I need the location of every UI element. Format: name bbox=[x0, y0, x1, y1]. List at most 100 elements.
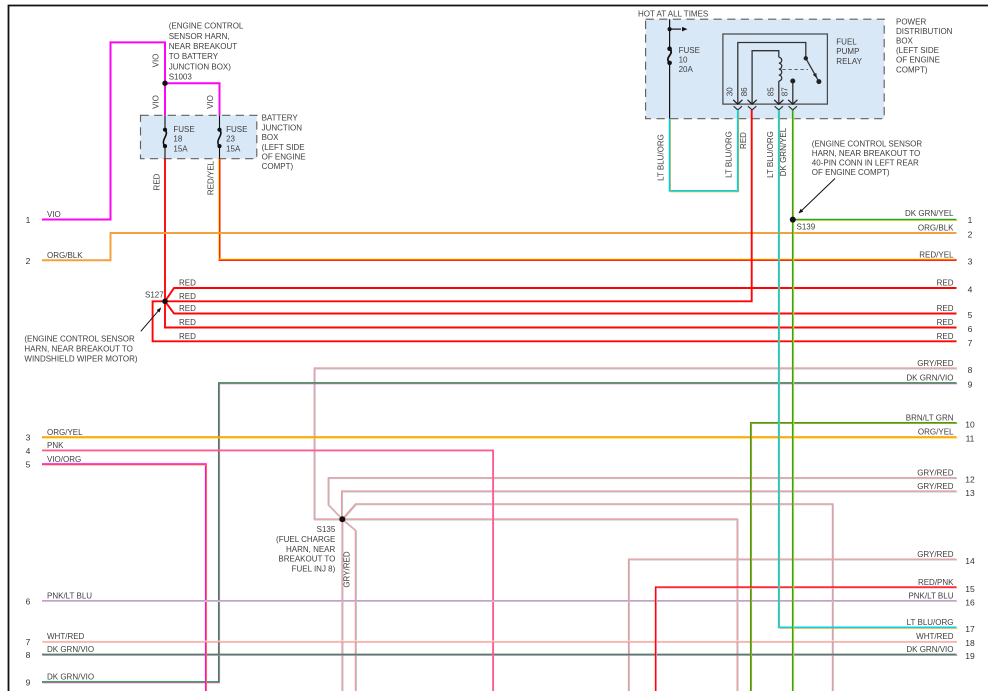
svg-text:86: 86 bbox=[740, 87, 749, 96]
svg-text:7: 7 bbox=[26, 637, 31, 647]
svg-text:18: 18 bbox=[965, 638, 975, 648]
svg-text:NEAR BREAKOUT: NEAR BREAKOUT bbox=[169, 42, 238, 51]
svg-text:2: 2 bbox=[968, 230, 973, 240]
svg-text:FUEL: FUEL bbox=[836, 38, 857, 47]
svg-text:RED/YEL: RED/YEL bbox=[919, 250, 954, 259]
svg-text:6: 6 bbox=[26, 596, 31, 606]
svg-text:8: 8 bbox=[968, 365, 973, 375]
svg-text:RED: RED bbox=[937, 318, 954, 327]
svg-text:GRY/RED: GRY/RED bbox=[917, 359, 954, 368]
svg-text:10: 10 bbox=[965, 419, 975, 429]
svg-text:RED: RED bbox=[937, 304, 954, 313]
svg-text:16: 16 bbox=[965, 597, 975, 607]
svg-text:DK GRN/VIO: DK GRN/VIO bbox=[47, 645, 94, 654]
svg-text:85: 85 bbox=[767, 87, 776, 96]
svg-text:15A: 15A bbox=[173, 144, 188, 153]
svg-text:LT BLU/ORG: LT BLU/ORG bbox=[907, 618, 954, 627]
svg-text:14: 14 bbox=[965, 556, 975, 566]
svg-text:18: 18 bbox=[173, 135, 182, 144]
svg-text:LT BLU/ORG: LT BLU/ORG bbox=[766, 131, 775, 178]
svg-text:OF ENGINE COMPT): OF ENGINE COMPT) bbox=[812, 168, 890, 177]
svg-text:TO BATTERY: TO BATTERY bbox=[169, 52, 219, 61]
svg-text:FUSE: FUSE bbox=[679, 46, 700, 55]
svg-text:VIO/ORG: VIO/ORG bbox=[47, 455, 81, 464]
svg-text:OF ENGINE: OF ENGINE bbox=[262, 153, 306, 162]
svg-text:JUNCTION: JUNCTION bbox=[262, 123, 303, 132]
svg-text:3: 3 bbox=[26, 433, 31, 443]
svg-text:(ENGINE CONTROL SENSOR: (ENGINE CONTROL SENSOR bbox=[812, 139, 923, 148]
svg-text:BREAKOUT TO: BREAKOUT TO bbox=[278, 555, 335, 564]
svg-text:GRY/RED: GRY/RED bbox=[917, 550, 954, 559]
svg-text:DK GRN/YEL: DK GRN/YEL bbox=[779, 127, 788, 176]
svg-text:11: 11 bbox=[966, 434, 975, 444]
svg-text:LT BLU/ORG: LT BLU/ORG bbox=[657, 134, 666, 181]
svg-text:HARN, NEAR: HARN, NEAR bbox=[286, 545, 336, 554]
svg-text:(LEFT SIDE: (LEFT SIDE bbox=[896, 46, 939, 55]
svg-text:RED: RED bbox=[937, 332, 954, 341]
svg-text:15A: 15A bbox=[226, 144, 241, 153]
svg-text:3: 3 bbox=[968, 256, 973, 266]
svg-text:9: 9 bbox=[968, 380, 973, 390]
svg-text:87: 87 bbox=[781, 87, 790, 96]
svg-text:S139: S139 bbox=[797, 222, 816, 231]
svg-text:ORG/YEL: ORG/YEL bbox=[918, 428, 954, 437]
svg-text:ORG/BLK: ORG/BLK bbox=[47, 251, 83, 260]
svg-text:23: 23 bbox=[226, 135, 235, 144]
svg-text:GRY/RED: GRY/RED bbox=[917, 482, 954, 491]
svg-text:9: 9 bbox=[26, 678, 31, 688]
svg-text:FUEL INJ 8): FUEL INJ 8) bbox=[292, 565, 336, 574]
svg-text:OF ENGINE: OF ENGINE bbox=[896, 56, 940, 65]
svg-text:HARN, NEAR BREAKOUT TO: HARN, NEAR BREAKOUT TO bbox=[24, 345, 132, 354]
svg-text:PNK/LT BLU: PNK/LT BLU bbox=[47, 592, 92, 601]
svg-text:COMPT): COMPT) bbox=[896, 65, 928, 74]
svg-text:RELAY: RELAY bbox=[836, 57, 862, 66]
svg-text:RED: RED bbox=[152, 173, 161, 190]
svg-text:WINDSHIELD WIPER MOTOR): WINDSHIELD WIPER MOTOR) bbox=[24, 355, 138, 364]
svg-text:DK GRN/VIO: DK GRN/VIO bbox=[906, 645, 953, 654]
svg-text:JUNCTION BOX): JUNCTION BOX) bbox=[169, 62, 232, 71]
svg-text:8: 8 bbox=[26, 650, 31, 660]
svg-text:SENSOR HARN,: SENSOR HARN, bbox=[169, 32, 230, 41]
svg-text:VIO: VIO bbox=[47, 210, 61, 219]
svg-text:DK GRN/VIO: DK GRN/VIO bbox=[906, 374, 953, 383]
svg-text:RED: RED bbox=[179, 318, 196, 327]
svg-text:RED: RED bbox=[179, 292, 196, 301]
svg-text:RED: RED bbox=[179, 332, 196, 341]
svg-text:COMPT): COMPT) bbox=[262, 162, 294, 171]
svg-text:DK GRN/VIO: DK GRN/VIO bbox=[47, 673, 94, 682]
svg-text:PUMP: PUMP bbox=[836, 47, 859, 56]
svg-text:WHT/RED: WHT/RED bbox=[916, 632, 954, 641]
svg-text:1: 1 bbox=[26, 215, 31, 225]
svg-text:VIO: VIO bbox=[152, 95, 161, 109]
svg-text:RED/PNK: RED/PNK bbox=[918, 578, 954, 587]
svg-text:17: 17 bbox=[965, 624, 975, 634]
svg-text:BOX: BOX bbox=[262, 133, 280, 142]
svg-text:HOT AT ALL TIMES: HOT AT ALL TIMES bbox=[638, 9, 708, 18]
svg-text:RED/YEL: RED/YEL bbox=[207, 160, 216, 195]
svg-text:(FUEL CHARGE: (FUEL CHARGE bbox=[276, 535, 335, 544]
svg-text:10: 10 bbox=[679, 55, 688, 64]
svg-text:40-PIN CONN IN LEFT REAR: 40-PIN CONN IN LEFT REAR bbox=[812, 159, 919, 168]
svg-text:15: 15 bbox=[965, 584, 975, 594]
svg-text:(ENGINE CONTROL SENSOR: (ENGINE CONTROL SENSOR bbox=[24, 335, 135, 344]
svg-text:(ENGINE CONTROL: (ENGINE CONTROL bbox=[169, 22, 244, 31]
svg-text:5: 5 bbox=[26, 460, 31, 470]
svg-text:20A: 20A bbox=[679, 65, 694, 74]
svg-text:12: 12 bbox=[965, 475, 975, 485]
svg-text:GRY/RED: GRY/RED bbox=[917, 469, 954, 478]
svg-text:S1003: S1003 bbox=[169, 73, 193, 82]
svg-text:RED: RED bbox=[179, 279, 196, 288]
svg-text:FUSE: FUSE bbox=[226, 125, 247, 134]
svg-text:5: 5 bbox=[968, 310, 973, 320]
svg-text:BRN/LT GRN: BRN/LT GRN bbox=[906, 413, 954, 422]
svg-text:GRY/RED: GRY/RED bbox=[343, 551, 352, 588]
svg-text:13: 13 bbox=[965, 488, 975, 498]
svg-text:DK GRN/YEL: DK GRN/YEL bbox=[905, 209, 954, 218]
svg-text:6: 6 bbox=[968, 324, 973, 334]
svg-text:4: 4 bbox=[26, 446, 31, 456]
svg-text:ORG/YEL: ORG/YEL bbox=[47, 428, 83, 437]
svg-text:FUSE: FUSE bbox=[173, 125, 194, 134]
svg-text:ORG/BLK: ORG/BLK bbox=[918, 224, 954, 233]
svg-text:POWER: POWER bbox=[896, 17, 926, 26]
svg-text:LT BLU/ORG: LT BLU/ORG bbox=[725, 131, 734, 178]
